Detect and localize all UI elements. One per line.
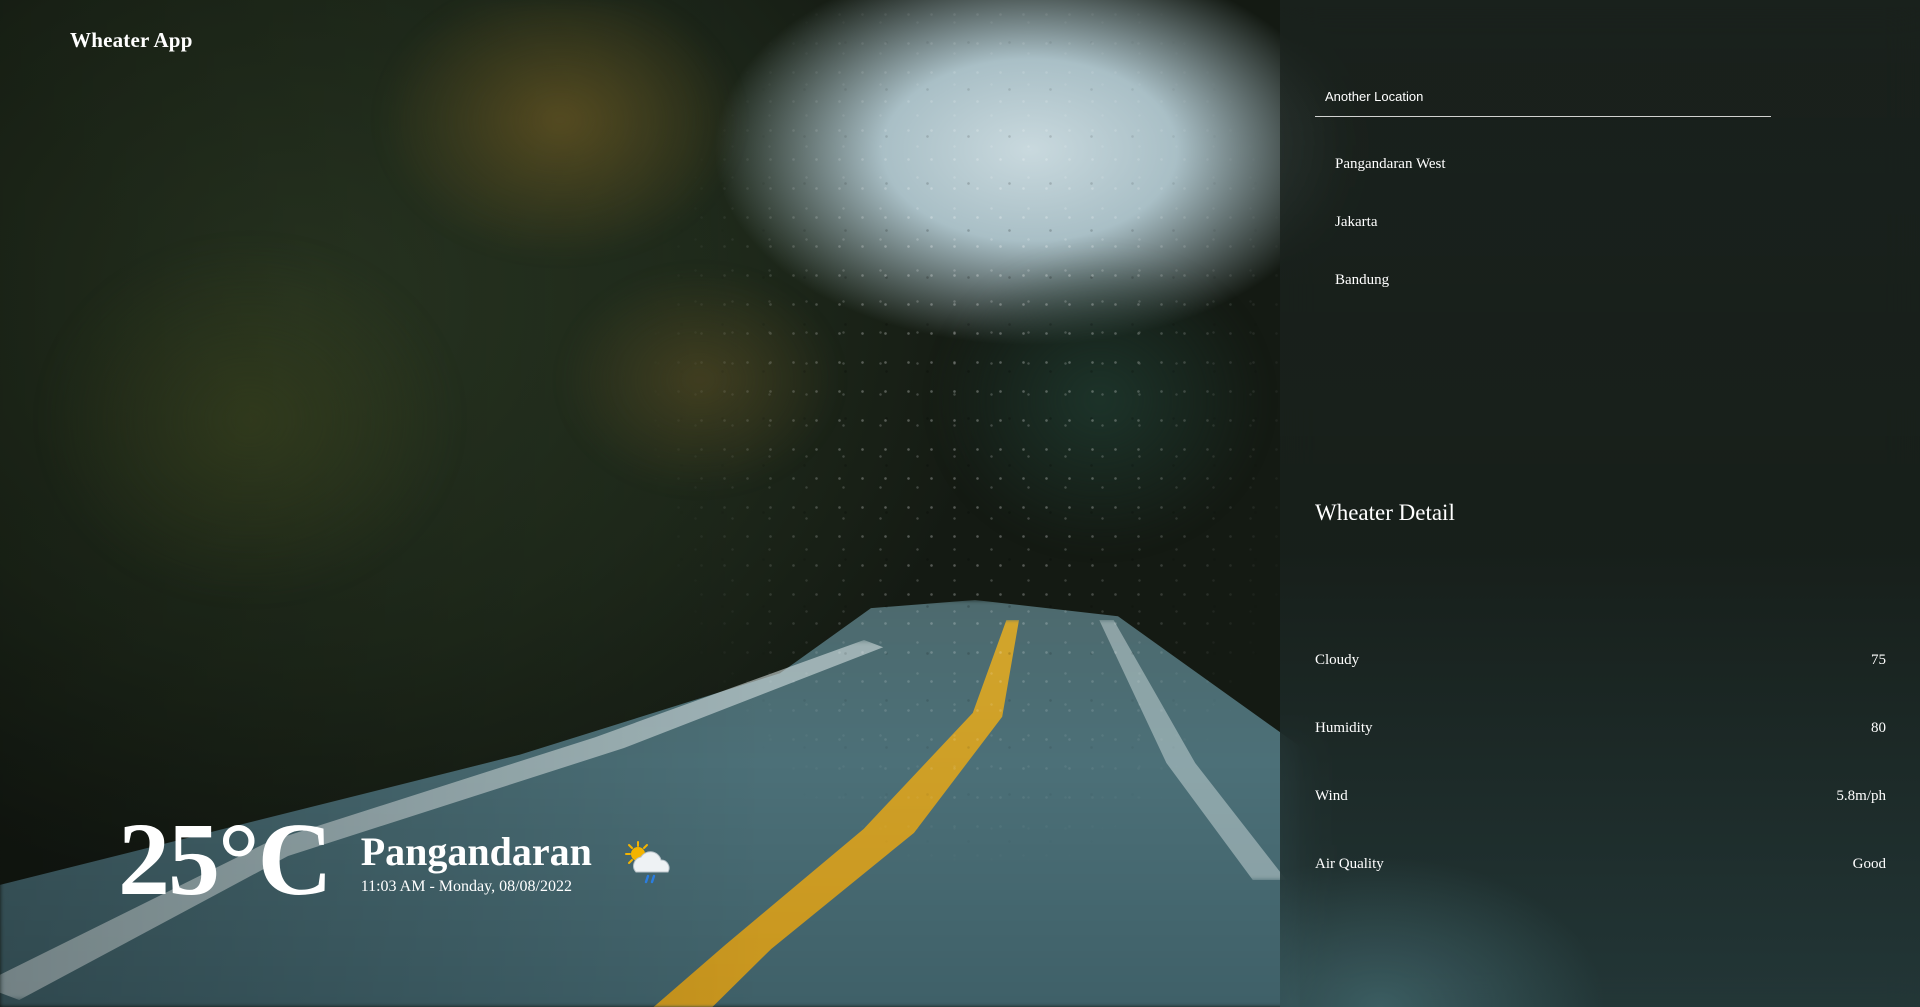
weather-detail-title: Wheater Detail [1315,500,1455,525]
weather-detail-list: Cloudy 75 Humidity 80 Wind 5.8m/ph Air Q… [1315,626,1886,898]
location-item-jakarta[interactable]: Jakarta [1335,210,1446,268]
location-item-bandung[interactable]: Bandung [1335,268,1446,326]
weather-app: Wheater App 25°C Pangandaran 11:03 AM - … [0,0,1920,1007]
location-block: Pangandaran 11:03 AM - Monday, 08/08/202… [361,832,592,896]
location-search [1315,80,1771,117]
detail-label: Air Quality [1315,856,1384,872]
sidebar-panel: Pangandaran West Jakarta Bandung Wheater… [1280,0,1920,1007]
detail-value: 80 [1871,720,1886,736]
location-item-pangandaran-west[interactable]: Pangandaran West [1335,152,1446,210]
detail-row-humidity: Humidity 80 [1315,694,1886,762]
city-name: Pangandaran [360,829,592,874]
detail-label: Humidity [1315,720,1373,736]
detail-value: 75 [1871,652,1886,668]
app-title: Wheater App [70,28,193,52]
date-time: 11:03 AM - Monday, 08/08/2022 [360,878,572,895]
detail-label: Wind [1315,788,1348,804]
temperature: 25°C [118,802,333,917]
detail-value: 5.8m/ph [1836,788,1886,804]
location-list: Pangandaran West Jakarta Bandung [1335,152,1446,326]
location-search-input[interactable] [1325,89,1761,104]
detail-row-wind: Wind 5.8m/ph [1315,762,1886,830]
current-weather: 25°C Pangandaran 11:03 AM - Monday, 08/0… [118,808,676,912]
detail-row-cloudy: Cloudy 75 [1315,626,1886,694]
detail-row-air-quality: Air Quality Good [1315,830,1886,898]
detail-value: Good [1852,856,1886,872]
sun-cloud-rain-icon [620,838,676,894]
detail-label: Cloudy [1315,652,1360,668]
